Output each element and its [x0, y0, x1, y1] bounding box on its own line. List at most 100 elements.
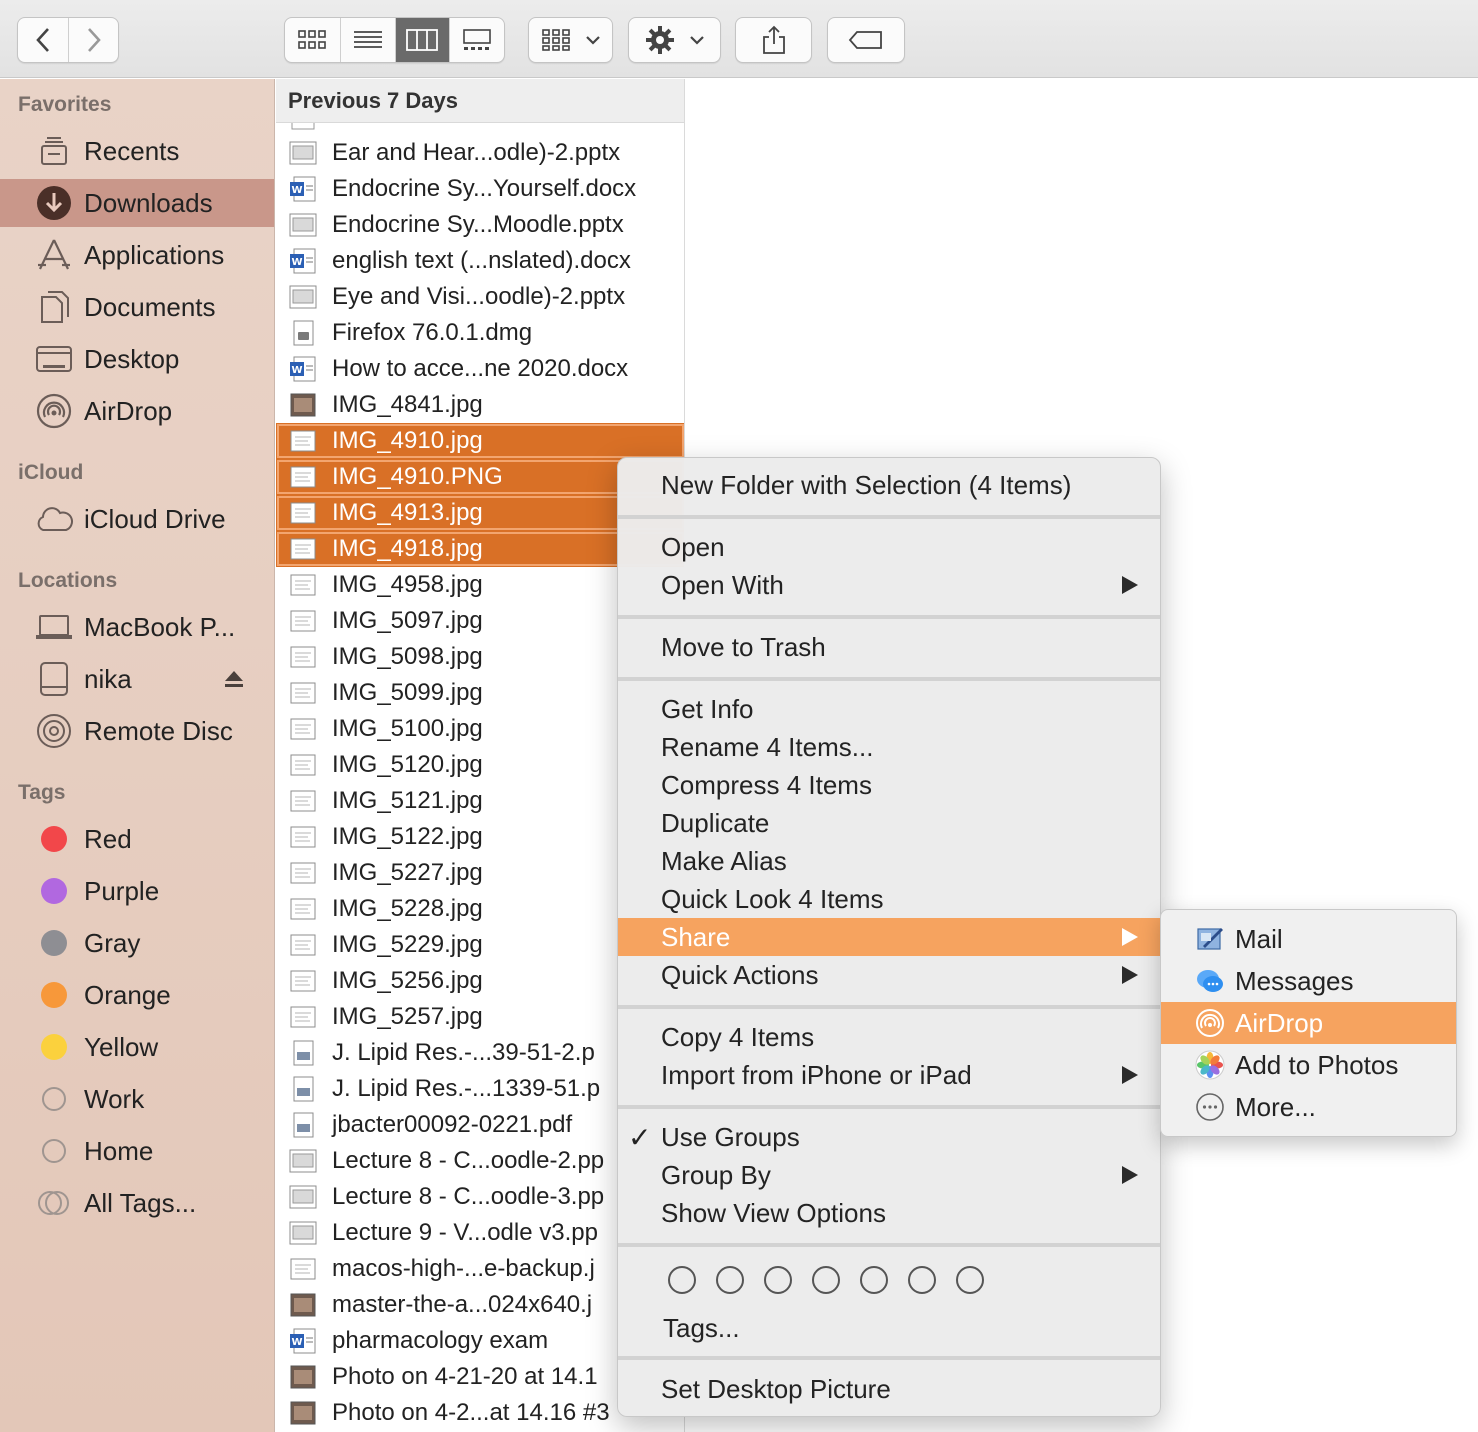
menu-duplicate[interactable]: Duplicate — [618, 804, 1160, 842]
sidebar-item-remote-disc[interactable]: Remote Disc — [0, 707, 274, 755]
forward-button[interactable] — [68, 18, 118, 62]
file-row[interactable]: Ear and Hear...odle)-2.pptx — [276, 135, 684, 171]
sidebar-tag-home[interactable]: Home — [0, 1127, 274, 1175]
file-row[interactable]: W How to acce...ne 2020.docx — [276, 351, 684, 387]
sidebar-tag-yellow[interactable]: Yellow — [0, 1023, 274, 1071]
menu-rename[interactable]: Rename 4 Items... — [618, 728, 1160, 766]
sidebar-tag-orange[interactable]: Orange — [0, 971, 274, 1019]
icon-view-button[interactable] — [285, 18, 340, 62]
sidebar-item-label: MacBook P... — [84, 611, 236, 642]
sidebar-tag-gray[interactable]: Gray — [0, 919, 274, 967]
sidebar-item-airdrop[interactable]: AirDrop — [0, 387, 274, 435]
tag-icon — [848, 31, 882, 49]
share-button[interactable] — [735, 17, 812, 63]
menu-open[interactable]: Open — [618, 528, 1160, 566]
menu-show-view-options[interactable]: Show View Options — [618, 1194, 1160, 1232]
tag-color-circle[interactable] — [956, 1266, 984, 1294]
share-item-label: Messages — [1235, 965, 1354, 996]
file-name: jbacter00092-0221.pdf — [332, 1111, 573, 1138]
sidebar-item-documents[interactable]: Documents — [0, 283, 274, 331]
file-name: IMG_5098.jpg — [332, 643, 483, 670]
file-row[interactable]: W Endocrine Sy...Yourself.docx — [276, 171, 684, 207]
file-row[interactable]: IMG_4841.jpg — [276, 387, 684, 423]
action-button[interactable] — [628, 17, 721, 63]
documents-icon — [34, 287, 74, 327]
tag-color-circle[interactable] — [812, 1266, 840, 1294]
sidebar-item-label: Red — [84, 823, 132, 854]
back-button[interactable] — [18, 18, 68, 62]
sidebar-tag-work[interactable]: Work — [0, 1075, 274, 1123]
menu-share[interactable]: Share — [618, 918, 1160, 956]
sidebar-all-tags[interactable]: All Tags... — [0, 1179, 274, 1227]
file-name: Lecture 8 - C...oodle-3.pp — [332, 1183, 605, 1210]
share-more[interactable]: More... — [1161, 1086, 1456, 1128]
menu-import-from-iphone[interactable]: Import from iPhone or iPad — [618, 1056, 1160, 1094]
share-add-to-photos[interactable]: Add to Photos — [1161, 1044, 1456, 1086]
purple-tag-icon — [41, 878, 67, 904]
sidebar-item-macbook[interactable]: MacBook P... — [0, 603, 274, 651]
sidebar-tag-red[interactable]: Red — [0, 815, 274, 863]
share-messages[interactable]: Messages — [1161, 960, 1456, 1002]
file-row-partial[interactable] — [276, 123, 684, 133]
chevron-right-icon — [87, 28, 101, 52]
menu-open-with[interactable]: Open With — [618, 566, 1160, 604]
menu-make-alias[interactable]: Make Alias — [618, 842, 1160, 880]
menu-use-groups[interactable]: ✓ Use Groups — [618, 1118, 1160, 1156]
file-name: Ear and Hear...odle)-2.pptx — [332, 139, 621, 166]
eject-icon[interactable] — [224, 669, 244, 689]
list-view-button[interactable] — [339, 18, 395, 62]
menu-copy[interactable]: Copy 4 Items — [618, 1018, 1160, 1056]
menu-move-to-trash[interactable]: Move to Trash — [618, 628, 1160, 666]
menu-quick-actions[interactable]: Quick Actions — [618, 956, 1160, 994]
menu-new-folder-with-selection[interactable]: New Folder with Selection (4 Items) — [618, 466, 1160, 504]
file-name: How to acce...ne 2020.docx — [332, 355, 629, 382]
file-name: Lecture 8 - C...oodle-2.pp — [332, 1147, 605, 1174]
file-row[interactable]: Eye and Visi...oodle)-2.pptx — [276, 279, 684, 315]
sidebar-item-downloads[interactable]: Downloads — [0, 179, 274, 227]
menu-quick-look[interactable]: Quick Look 4 Items — [618, 880, 1160, 918]
sidebar-item-applications[interactable]: Applications — [0, 231, 274, 279]
edit-tags-button[interactable] — [827, 17, 905, 63]
menu-set-desktop-picture[interactable]: Set Desktop Picture — [618, 1370, 1160, 1408]
sidebar-tag-purple[interactable]: Purple — [0, 867, 274, 915]
sidebar-item-recents[interactable]: Recents — [0, 127, 274, 175]
file-row[interactable]: Firefox 76.0.1.dmg — [276, 315, 684, 351]
file-row[interactable]: Wenglish text (...nslated).docx — [276, 243, 684, 279]
checkmark-icon: ✓ — [628, 1121, 652, 1153]
group-by-button[interactable] — [528, 17, 613, 63]
drive-icon — [34, 659, 74, 699]
word-document-icon: W — [290, 176, 316, 202]
file-row[interactable]: Endocrine Sy...Moodle.pptx — [276, 207, 684, 243]
sidebar-item-nika[interactable]: nika — [0, 655, 274, 703]
column-view-button[interactable] — [394, 18, 450, 62]
image-thumbnail-icon — [290, 934, 316, 956]
presentation-file-icon — [289, 213, 317, 237]
menu-compress[interactable]: Compress 4 Items — [618, 766, 1160, 804]
tag-color-circle[interactable] — [764, 1266, 792, 1294]
sidebar-item-desktop[interactable]: Desktop — [0, 335, 274, 383]
file-name: IMG_5097.jpg — [332, 607, 483, 634]
gallery-view-button[interactable] — [449, 18, 504, 62]
list-view-icon — [353, 31, 382, 48]
tag-color-circle[interactable] — [668, 1266, 696, 1294]
tag-color-circle[interactable] — [860, 1266, 888, 1294]
sidebar-item-icloud-drive[interactable]: iCloud Drive — [0, 495, 274, 543]
file-name: J. Lipid Res.-...39-51-2.p — [332, 1039, 595, 1066]
menu-tags[interactable]: Tags... — [618, 1309, 1160, 1347]
menu-get-info[interactable]: Get Info — [618, 690, 1160, 728]
image-thumbnail-icon — [290, 1258, 316, 1280]
menu-label: Move to Trash — [661, 631, 826, 662]
file-row-selected[interactable]: IMG_4910.jpg — [276, 423, 684, 459]
chevron-down-icon — [585, 36, 600, 45]
icon-view-icon — [298, 30, 327, 49]
share-airdrop[interactable]: AirDrop — [1161, 1002, 1456, 1044]
menu-label: Show View Options — [661, 1197, 886, 1228]
svg-text:W: W — [291, 1337, 302, 1348]
tag-color-circle[interactable] — [716, 1266, 744, 1294]
file-name: IMG_5257.jpg — [332, 1003, 483, 1030]
tag-color-circle[interactable] — [908, 1266, 936, 1294]
menu-group-by[interactable]: Group By — [618, 1156, 1160, 1194]
share-mail[interactable]: Mail — [1161, 918, 1456, 960]
image-thumbnail-icon — [290, 646, 316, 668]
presentation-file-icon — [289, 1149, 317, 1173]
